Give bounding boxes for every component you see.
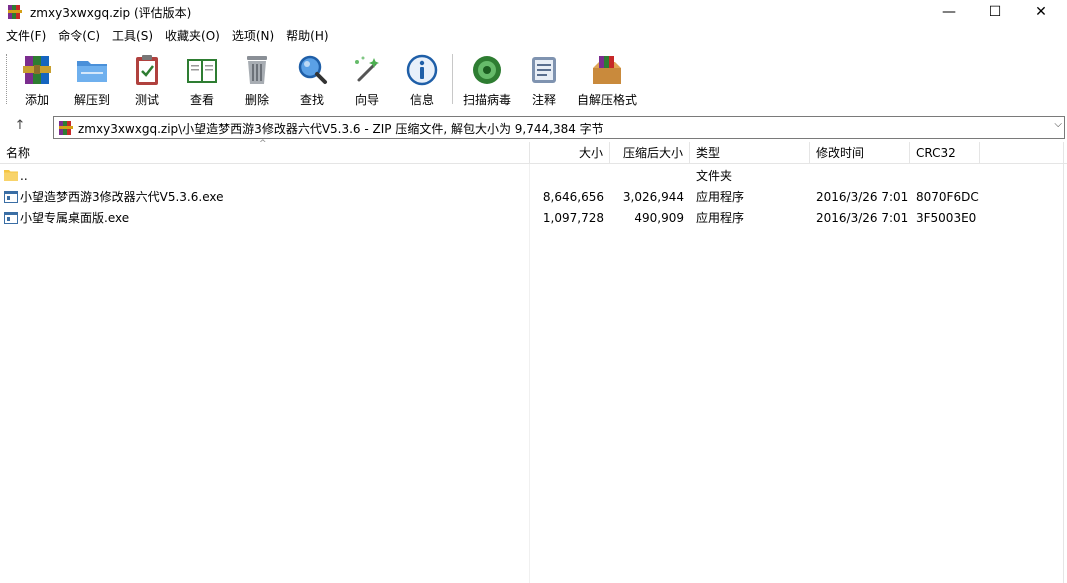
window-title: zmxy3xwxgq.zip (评估版本) bbox=[30, 6, 192, 20]
view-book-icon bbox=[187, 59, 217, 83]
list-item[interactable]: 小望造梦西游3修改器六代V5.3.6.exe 8,646,656 3,026,9… bbox=[0, 187, 1067, 208]
col-crc-label: CRC32 bbox=[916, 146, 956, 160]
extract-to-button[interactable]: 解压到 bbox=[64, 50, 120, 108]
archive-icon bbox=[59, 121, 73, 135]
file-name: 小望造梦西游3修改器六代V5.3.6.exe bbox=[20, 190, 224, 204]
comment-icon bbox=[532, 57, 556, 83]
menu-options[interactable]: 选项(N) bbox=[226, 26, 280, 46]
file-type: 应用程序 bbox=[696, 190, 745, 204]
add-button[interactable]: 添加 bbox=[9, 50, 65, 108]
file-size: 8,646,656 bbox=[542, 190, 604, 204]
test-label: 测试 bbox=[134, 93, 159, 107]
file-type: 应用程序 bbox=[696, 211, 745, 225]
view-button[interactable]: 查看 bbox=[174, 50, 230, 108]
sfx-box-icon bbox=[593, 56, 621, 84]
test-button[interactable]: 测试 bbox=[119, 50, 175, 108]
menu-file[interactable]: 文件(F) bbox=[0, 26, 52, 46]
col-modified[interactable]: 修改时间 bbox=[810, 142, 910, 164]
add-label: 添加 bbox=[24, 93, 49, 107]
col-size-label: 大小 bbox=[578, 146, 603, 160]
file-modified: 2016/3/26 7:01 bbox=[816, 190, 909, 204]
menu-bar: 文件(F) 命令(C) 工具(S) 收藏夹(O) 选项(N) 帮助(H) bbox=[0, 26, 335, 46]
test-clipboard-icon bbox=[136, 55, 158, 85]
wizard-wand-icon bbox=[355, 56, 379, 82]
wizard-label: 向导 bbox=[354, 93, 379, 107]
delete-label: 删除 bbox=[244, 93, 269, 107]
menu-favorites[interactable]: 收藏夹(O) bbox=[159, 26, 226, 46]
col-packed-label: 压缩后大小 bbox=[622, 146, 683, 160]
menu-tools[interactable]: 工具(S) bbox=[106, 26, 159, 46]
file-crc: 8070F6DC bbox=[916, 190, 979, 204]
col-modified-label: 修改时间 bbox=[816, 146, 865, 160]
file-size: 1,097,728 bbox=[542, 211, 604, 225]
virus-scan-label: 扫描病毒 bbox=[462, 93, 511, 107]
file-packed-size: 3,026,944 bbox=[622, 190, 684, 204]
trash-icon bbox=[247, 56, 267, 84]
up-one-level-button[interactable]: ↑ bbox=[10, 118, 30, 136]
sort-ascending-icon: ^ bbox=[259, 139, 267, 149]
file-name: .. bbox=[20, 169, 28, 183]
find-button[interactable]: 查找 bbox=[284, 50, 340, 108]
column-header: 名称 ^ 大小 压缩后大小 类型 修改时间 CRC32 bbox=[0, 139, 1067, 164]
magnifier-icon bbox=[298, 55, 327, 84]
delete-button[interactable]: 删除 bbox=[229, 50, 285, 108]
comment-label: 注释 bbox=[531, 93, 556, 107]
maximize-button[interactable]: ☐ bbox=[972, 0, 1018, 24]
folder-icon bbox=[4, 170, 18, 181]
info-icon bbox=[406, 54, 438, 86]
info-label: 信息 bbox=[409, 93, 434, 107]
toolbar: 添加 解压到 测试 查看 删除 查找 向导 信息 扫描病毒 注释 自解压格式 bbox=[0, 50, 1067, 112]
close-button[interactable]: ✕ bbox=[1018, 0, 1064, 24]
info-button[interactable]: 信息 bbox=[394, 50, 450, 108]
menu-commands[interactable]: 命令(C) bbox=[52, 26, 106, 46]
list-item[interactable]: 小望专属桌面版.exe 1,097,728 490,909 应用程序 2016/… bbox=[0, 208, 1067, 229]
extract-to-label: 解压到 bbox=[73, 93, 110, 107]
virus-scan-button[interactable]: 扫描病毒 bbox=[459, 50, 515, 108]
col-size[interactable]: 大小 bbox=[530, 142, 610, 164]
virus-scan-icon bbox=[473, 56, 501, 84]
file-name: 小望专属桌面版.exe bbox=[20, 211, 130, 225]
find-label: 查找 bbox=[299, 93, 324, 107]
exe-icon bbox=[4, 212, 18, 224]
menu-help[interactable]: 帮助(H) bbox=[280, 26, 334, 46]
address-bar: ↑ zmxy3xwxgq.zip\小望造梦西游3修改器六代V5.3.6 - ZI… bbox=[0, 114, 1067, 140]
file-packed-size: 490,909 bbox=[634, 211, 684, 225]
exe-icon bbox=[4, 191, 18, 203]
col-packed[interactable]: 压缩后大小 bbox=[610, 142, 690, 164]
col-name-label: 名称 bbox=[6, 146, 31, 160]
path-dropdown-icon[interactable]: ⌵ bbox=[1054, 119, 1062, 130]
winrar-app-icon bbox=[8, 5, 22, 19]
comment-button[interactable]: 注释 bbox=[516, 50, 572, 108]
sfx-label: 自解压格式 bbox=[576, 93, 637, 107]
extract-folder-icon bbox=[77, 61, 107, 82]
toolbar-separator bbox=[452, 54, 453, 104]
minimize-button[interactable]: — bbox=[926, 0, 972, 24]
sfx-button[interactable]: 自解压格式 bbox=[576, 50, 638, 108]
add-archive-icon bbox=[23, 56, 51, 84]
file-modified: 2016/3/26 7:01 bbox=[816, 211, 909, 225]
col-type[interactable]: 类型 bbox=[690, 142, 810, 164]
title-bar: zmxy3xwxgq.zip (评估版本) — ☐ ✕ bbox=[0, 0, 1067, 24]
file-type: 文件夹 bbox=[696, 169, 733, 183]
file-crc: 3F5003E0 bbox=[916, 211, 977, 225]
view-label: 查看 bbox=[189, 93, 214, 107]
path-text: zmxy3xwxgq.zip\小望造梦西游3修改器六代V5.3.6 - ZIP … bbox=[78, 122, 604, 136]
wizard-button[interactable]: 向导 bbox=[339, 50, 395, 108]
col-type-label: 类型 bbox=[696, 146, 721, 160]
col-crc[interactable]: CRC32 bbox=[910, 142, 980, 164]
list-item[interactable]: .. 文件夹 bbox=[0, 166, 1067, 187]
path-field[interactable]: zmxy3xwxgq.zip\小望造梦西游3修改器六代V5.3.6 - ZIP … bbox=[53, 116, 1065, 139]
